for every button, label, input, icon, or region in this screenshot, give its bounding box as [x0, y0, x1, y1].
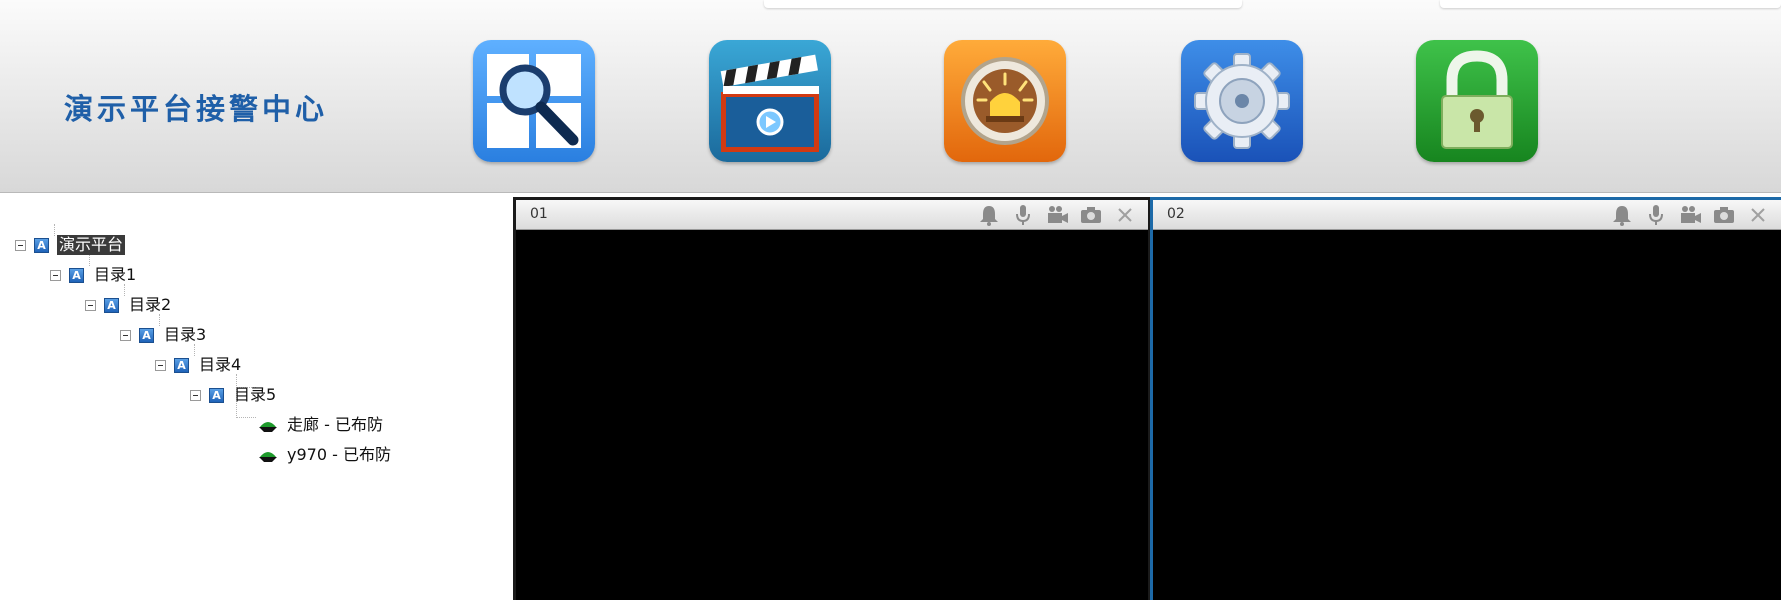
tree-node-label: 演示平台	[57, 235, 126, 255]
pane-title-bar: 01	[516, 200, 1148, 230]
tree-node-label: 目录3	[164, 325, 207, 344]
collapse-toggle[interactable]	[85, 299, 96, 311]
device-item[interactable]: 走廊 - 已布防	[258, 414, 385, 436]
video-camera-icon[interactable]	[1677, 204, 1703, 226]
snapshot-camera-icon[interactable]	[1078, 204, 1104, 226]
tree-node-label: 目录5	[234, 385, 277, 404]
pane-number: 01	[530, 206, 548, 222]
tree-node-label: 目录1	[94, 265, 137, 284]
tree-node-dir3[interactable]: A 目录3	[120, 324, 208, 346]
tree-node-dir5[interactable]: A 目录5	[190, 384, 278, 406]
alarm-light-icon	[944, 40, 1066, 162]
close-icon[interactable]	[1745, 204, 1771, 226]
collapse-toggle[interactable]	[15, 239, 26, 251]
collapse-toggle[interactable]	[120, 329, 131, 341]
area-icon: A	[69, 267, 84, 283]
device-label: 走廊 - 已布防	[287, 415, 383, 434]
pane-number: 02	[1167, 206, 1185, 222]
tree-node-label: 目录2	[129, 295, 172, 314]
tree-node-dir1[interactable]: A 目录1	[50, 264, 138, 286]
snapshot-camera-icon[interactable]	[1711, 204, 1737, 226]
tree-node-dir2[interactable]: A 目录2	[85, 294, 173, 316]
bell-icon[interactable]	[1609, 204, 1635, 226]
tree-node-label: 目录4	[199, 355, 242, 374]
top-tab-strip	[764, 0, 1242, 8]
area-icon: A	[209, 387, 224, 403]
microphone-icon[interactable]	[1643, 204, 1669, 226]
alarm-button[interactable]	[944, 40, 1066, 162]
video-pane-01[interactable]: 01	[513, 197, 1151, 600]
close-icon[interactable]	[1112, 204, 1138, 226]
app-title: 演示平台接警中心	[64, 92, 329, 126]
video-camera-icon[interactable]	[1044, 204, 1070, 226]
collapse-toggle[interactable]	[155, 359, 166, 371]
search-layout-button[interactable]	[473, 40, 595, 162]
area-icon: A	[34, 237, 49, 253]
pane-toolbar	[976, 204, 1138, 226]
bell-icon[interactable]	[976, 204, 1002, 226]
device-tree: A 演示平台 A 目录1 A 目录2 A 目录3 A 目录4 A 目录5 走廊 …	[0, 194, 510, 600]
pane-title-bar: 02	[1153, 200, 1781, 230]
area-icon: A	[104, 297, 119, 313]
video-pane-02[interactable]: 02	[1150, 197, 1781, 600]
top-tab-strip	[1440, 0, 1781, 8]
microphone-icon[interactable]	[1010, 204, 1036, 226]
settings-button[interactable]	[1181, 40, 1303, 162]
armed-camera-icon	[259, 422, 277, 432]
collapse-toggle[interactable]	[190, 389, 201, 401]
video-playback-button[interactable]	[709, 40, 831, 162]
tree-node-dir4[interactable]: A 目录4	[155, 354, 243, 376]
lock-button[interactable]	[1416, 40, 1538, 162]
settings-gear-icon	[1181, 40, 1303, 162]
collapse-toggle[interactable]	[50, 269, 61, 281]
area-icon: A	[174, 357, 189, 373]
pane-toolbar	[1609, 204, 1771, 226]
lock-icon	[1416, 40, 1538, 162]
video-clapper-icon	[709, 40, 831, 162]
armed-camera-icon	[259, 452, 277, 462]
device-label: y970 - 已布防	[287, 445, 391, 464]
device-item[interactable]: y970 - 已布防	[258, 444, 393, 466]
search-layout-icon	[473, 40, 595, 162]
tree-connector	[236, 417, 256, 418]
tree-node-root[interactable]: A 演示平台	[15, 234, 126, 256]
area-icon: A	[139, 327, 154, 343]
header-bar: 演示平台接警中心	[0, 0, 1781, 193]
